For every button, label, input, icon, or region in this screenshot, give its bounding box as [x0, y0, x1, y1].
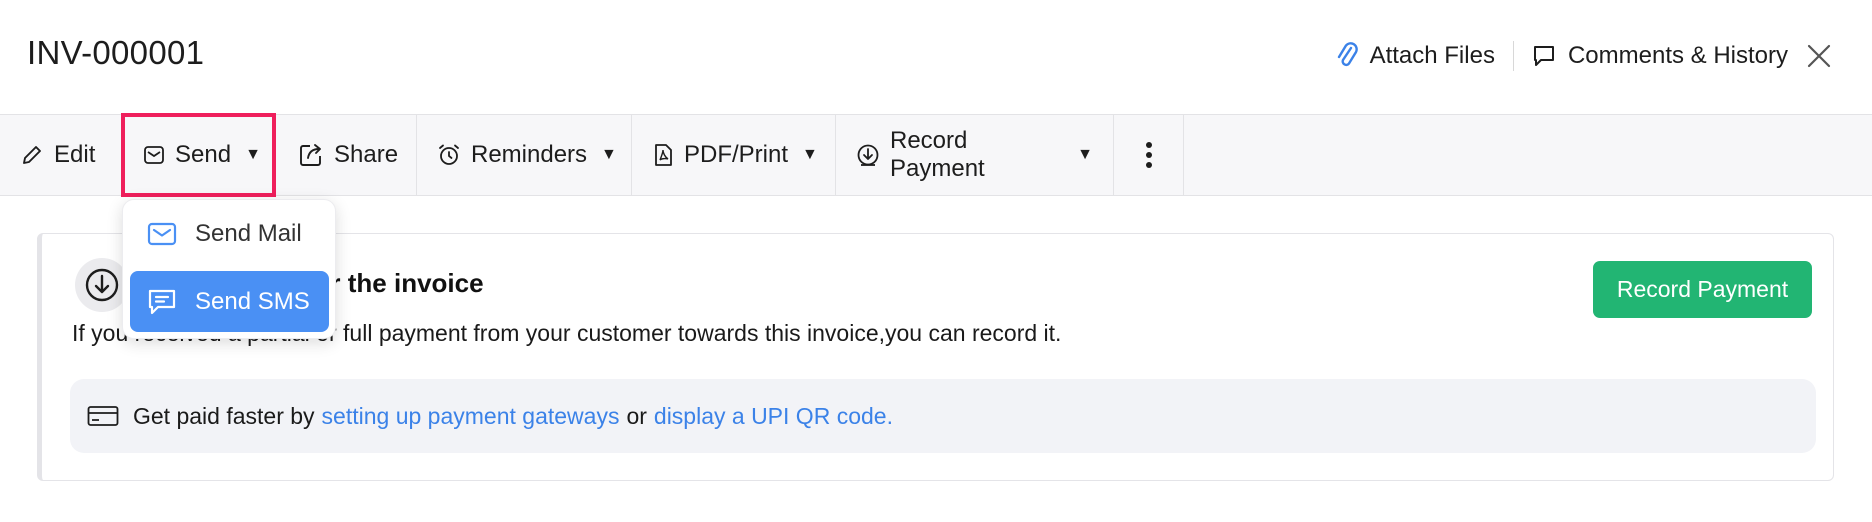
- send-sms-label: Send SMS: [195, 287, 310, 315]
- pdf-print-label: PDF/Print: [684, 141, 789, 168]
- pdf-print-button[interactable]: PDF/Print ▼: [632, 115, 836, 195]
- credit-card-icon: [87, 404, 119, 428]
- send-mail-item[interactable]: Send Mail: [130, 203, 329, 264]
- edit-label: Edit: [54, 141, 96, 168]
- chevron-down-icon: ▼: [802, 146, 818, 163]
- sms-icon: [147, 288, 177, 316]
- setup-gateways-link[interactable]: setting up payment gateways: [322, 403, 620, 430]
- send-mail-label: Send Mail: [195, 219, 302, 247]
- mail-icon: [147, 221, 177, 247]
- pencil-icon: [20, 143, 44, 167]
- attach-files-button[interactable]: Attach Files: [1336, 42, 1495, 70]
- invoice-toolbar: Edit Send ▼ Share Reminders ▼ PDF/Print …: [0, 113, 1872, 197]
- alarm-clock-icon: [437, 143, 461, 167]
- payment-gateway-banner: Get paid faster by setting up payment ga…: [70, 379, 1816, 453]
- reminders-button[interactable]: Reminders ▼: [417, 115, 632, 195]
- invoice-header: INV-000001 Attach Files Comments & Histo…: [0, 0, 1872, 114]
- gateway-prefix: Get paid faster by: [133, 402, 315, 429]
- edit-button[interactable]: Edit: [0, 115, 121, 195]
- header-actions: Attach Files Comments & History: [1336, 36, 1832, 76]
- share-button[interactable]: Share: [278, 115, 417, 195]
- download-circle-icon: [856, 143, 880, 167]
- record-payment-toolbar-button[interactable]: Record Payment ▼: [836, 115, 1114, 195]
- record-payment-button[interactable]: Record Payment: [1593, 261, 1812, 318]
- upi-qr-link[interactable]: display a UPI QR code.: [654, 403, 893, 430]
- header-divider: [1512, 41, 1514, 71]
- chevron-down-icon: ▼: [601, 146, 617, 163]
- gateway-or: or: [626, 402, 647, 429]
- comments-history-label: Comments & History: [1567, 42, 1788, 69]
- comments-history-button[interactable]: Comments & History: [1532, 42, 1788, 70]
- pdf-icon: [652, 143, 674, 167]
- paperclip-icon: [1336, 42, 1358, 70]
- share-label: Share: [334, 141, 399, 168]
- send-highlight-box: [121, 113, 276, 197]
- attach-files-label: Attach Files: [1369, 42, 1495, 69]
- page-title: INV-000001: [27, 34, 205, 71]
- download-circle-icon: [75, 258, 129, 312]
- share-icon: [298, 142, 324, 168]
- chevron-down-icon: ▼: [1077, 146, 1093, 163]
- record-payment-toolbar-label: Record Payment: [890, 127, 985, 182]
- comment-icon: [1532, 44, 1556, 68]
- more-options-button[interactable]: [1114, 115, 1184, 195]
- send-button[interactable]: Send ▼: [121, 113, 278, 197]
- send-dropdown-menu: Send Mail Send SMS: [122, 199, 336, 339]
- close-icon[interactable]: [1806, 43, 1832, 69]
- reminders-label: Reminders: [471, 141, 588, 168]
- send-sms-item[interactable]: Send SMS: [130, 271, 329, 332]
- more-vertical-icon: [1145, 141, 1153, 169]
